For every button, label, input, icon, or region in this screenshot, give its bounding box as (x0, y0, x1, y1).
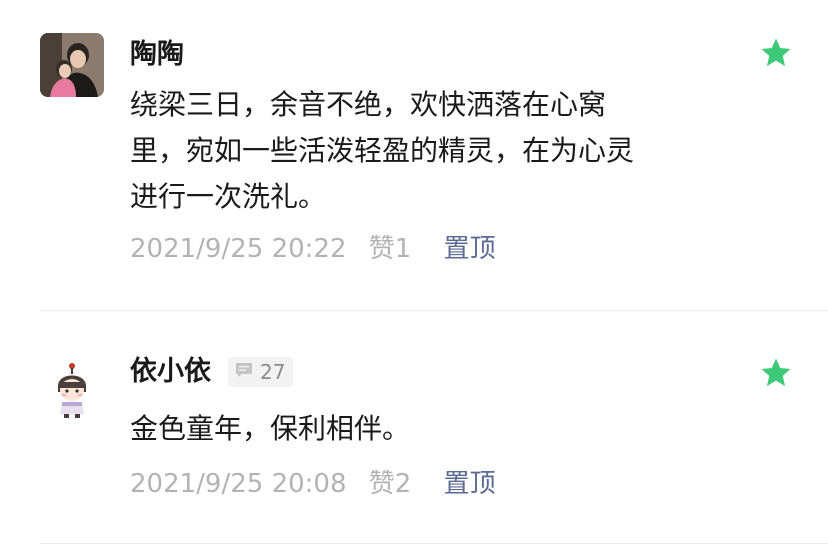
username[interactable]: 依小依 (130, 354, 211, 390)
avatar[interactable] (40, 358, 104, 422)
comment-text-line: 绕梁三日，余音不绝，欢快洒落在心窝 (130, 88, 607, 121)
divider (40, 310, 828, 311)
username[interactable]: 陶陶 (130, 37, 184, 73)
comment-text-line: 进行一次洗礼。 (130, 180, 327, 213)
like-count[interactable]: 赞1 (369, 231, 412, 267)
like-count[interactable]: 赞2 (369, 466, 412, 502)
pin-button[interactable]: 置顶 (444, 231, 496, 267)
comment-count: 27 (260, 360, 286, 384)
comment-text: 绕梁三日，余音不绝，欢快洒落在心窝 里，宛如一些活泼轻盈的精灵，在为心灵 进行一… (130, 82, 730, 220)
comment-meta: 2021/9/25 20:22 赞1 置顶 (130, 231, 496, 267)
avatar-cartoon (40, 358, 104, 422)
timestamp: 2021/9/25 20:22 (130, 234, 347, 264)
comment-text-line: 金色童年，保利相伴。 (130, 412, 411, 445)
pin-button[interactable]: 置顶 (444, 466, 496, 502)
comment-count-badge[interactable]: 27 (228, 357, 294, 387)
star-icon[interactable] (760, 357, 792, 389)
avatar[interactable] (40, 33, 104, 97)
comment-item: 依小依 27 金色童年，保利相伴。 2021/9/25 20:08 赞2 置顶 (0, 312, 828, 546)
comment-text: 金色童年，保利相伴。 (130, 406, 730, 452)
avatar-photo (40, 33, 104, 97)
comment-item: 陶陶 绕梁三日，余音不绝，欢快洒落在心窝 里，宛如一些活泼轻盈的精灵，在为心灵 … (0, 0, 828, 312)
star-icon[interactable] (760, 37, 792, 69)
comment-text-line: 里，宛如一些活泼轻盈的精灵，在为心灵 (130, 134, 635, 167)
timestamp: 2021/9/25 20:08 (130, 469, 347, 499)
comment-meta: 2021/9/25 20:08 赞2 置顶 (130, 466, 496, 502)
comment-bubble-icon (234, 361, 254, 383)
divider (40, 543, 828, 544)
